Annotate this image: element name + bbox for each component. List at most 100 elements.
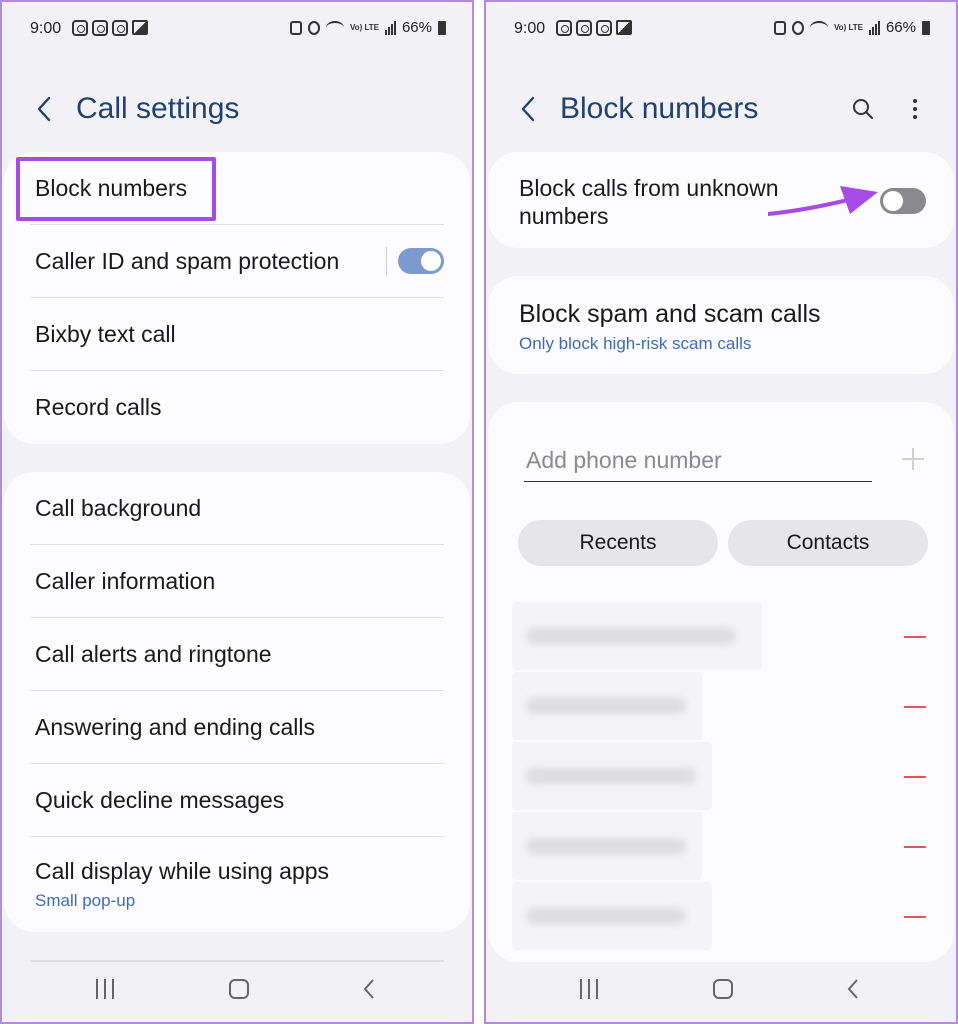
wifi-icon <box>809 20 828 35</box>
back-nav-button[interactable] <box>354 974 384 1004</box>
obscured-phone-number <box>512 672 702 740</box>
call-settings-screen: 9:00 Vo) LTE 66% Call settings Block num… <box>0 0 474 1024</box>
call-alerts-ringtone-item[interactable]: Call alerts and ringtone <box>30 618 444 691</box>
call-background-item[interactable]: Call background <box>30 472 444 545</box>
caller-id-toggle[interactable] <box>398 248 444 274</box>
status-bar: 9:00 Vo) LTE 66% <box>2 16 472 44</box>
item-label: Bixby text call <box>35 321 176 347</box>
bixby-text-call-item[interactable]: Bixby text call <box>30 298 444 371</box>
navigation-bar <box>486 958 956 1022</box>
item-sublabel: Small pop-up <box>35 891 136 910</box>
back-nav-button[interactable] <box>838 974 868 1004</box>
alarm-icon <box>307 20 320 35</box>
home-icon <box>229 979 249 999</box>
remove-number-button[interactable] <box>900 692 930 722</box>
back-button[interactable] <box>30 94 58 124</box>
chevron-left-icon <box>847 979 858 999</box>
home-button[interactable] <box>224 974 254 1004</box>
add-number-button[interactable] <box>898 444 928 474</box>
contacts-button[interactable]: Contacts <box>728 520 928 566</box>
instagram-icon <box>556 20 572 36</box>
block-unknown-toggle[interactable] <box>880 188 926 214</box>
divider <box>386 247 387 275</box>
recent-apps-button[interactable] <box>574 974 604 1004</box>
app-bar: Block numbers <box>486 82 956 138</box>
battery-icon <box>438 20 446 35</box>
settings-group-2: Call background Caller information Call … <box>4 472 470 932</box>
status-time: 9:00 <box>30 20 62 37</box>
wifi-icon <box>325 20 344 35</box>
blurred-text <box>526 698 686 714</box>
search-icon <box>853 99 873 119</box>
obscured-phone-number <box>512 882 712 950</box>
battery-percentage: 66% <box>401 19 432 36</box>
blocked-number-row <box>512 672 930 742</box>
add-phone-number-input[interactable] <box>524 442 872 478</box>
item-label: Call background <box>35 495 202 521</box>
minus-icon <box>904 636 926 638</box>
battery-saver-icon <box>289 20 302 35</box>
instagram-icon <box>72 20 88 36</box>
remove-number-button[interactable] <box>900 832 930 862</box>
phone-number-field-wrapper <box>524 442 872 482</box>
minus-icon <box>904 916 926 918</box>
block-numbers-screen: 9:00 Vo) LTE 66% Block numbers Block cal… <box>484 0 958 1024</box>
minus-icon <box>904 846 926 848</box>
blocked-number-row <box>512 742 930 812</box>
recent-apps-button[interactable] <box>90 974 120 1004</box>
record-calls-item[interactable]: Record calls <box>30 371 444 444</box>
volte-indicator: Vo) LTE <box>833 22 863 32</box>
item-label: Answering and ending calls <box>35 714 316 740</box>
app-bar: Call settings <box>2 82 472 138</box>
block-spam-label: Block spam and scam calls <box>519 300 821 328</box>
plus-icon <box>902 448 924 470</box>
minus-icon <box>904 706 926 708</box>
item-label: Record calls <box>35 394 162 420</box>
instagram-icon <box>596 20 612 36</box>
gallery-icon <box>616 20 632 35</box>
blurred-text <box>526 908 686 924</box>
gallery-icon <box>132 20 148 35</box>
remove-number-button[interactable] <box>900 762 930 792</box>
battery-saver-icon <box>773 20 786 35</box>
status-bar: 9:00 Vo) LTE 66% <box>486 16 956 44</box>
caller-information-item[interactable]: Caller information <box>30 545 444 618</box>
back-button[interactable] <box>514 94 542 124</box>
remove-number-button[interactable] <box>900 622 930 652</box>
item-label: Caller information <box>35 568 216 594</box>
more-options-icon <box>913 99 917 119</box>
caller-id-spam-item[interactable]: Caller ID and spam protection <box>30 225 444 298</box>
block-spam-card[interactable]: Block spam and scam calls Only block hig… <box>488 276 954 374</box>
alarm-icon <box>791 20 804 35</box>
obscured-phone-number <box>512 742 712 810</box>
battery-icon <box>922 20 930 35</box>
call-display-item[interactable]: Call display while using apps Small pop-… <box>30 837 444 917</box>
blurred-text <box>526 628 736 644</box>
volte-indicator: Vo) LTE <box>349 22 379 32</box>
highlight-annotation <box>16 157 216 221</box>
status-time: 9:00 <box>514 20 546 37</box>
instagram-icon <box>576 20 592 36</box>
status-icons-right: Vo) LTE 66% <box>773 19 930 36</box>
obscured-phone-number <box>512 812 702 880</box>
home-button[interactable] <box>708 974 738 1004</box>
recents-button[interactable]: Recents <box>518 520 718 566</box>
chevron-left-icon <box>521 96 535 122</box>
blurred-text <box>526 768 696 784</box>
search-button[interactable] <box>848 94 878 124</box>
page-title: Call settings <box>76 92 240 125</box>
signal-icon <box>384 20 396 35</box>
minus-icon <box>904 776 926 778</box>
blocked-numbers-card: Recents Contacts <box>488 402 954 962</box>
item-label: Call alerts and ringtone <box>35 641 272 667</box>
blocked-number-row <box>512 602 930 672</box>
more-options-button[interactable] <box>900 94 930 124</box>
remove-number-button[interactable] <box>900 902 930 932</box>
blocked-number-row <box>512 812 930 882</box>
answering-ending-calls-item[interactable]: Answering and ending calls <box>30 691 444 764</box>
notification-icons <box>72 20 148 36</box>
quick-decline-messages-item[interactable]: Quick decline messages <box>30 764 444 837</box>
navigation-bar <box>2 958 472 1022</box>
item-label: Quick decline messages <box>35 787 285 813</box>
block-unknown-card[interactable]: Block calls from unknown numbers <box>488 152 954 248</box>
